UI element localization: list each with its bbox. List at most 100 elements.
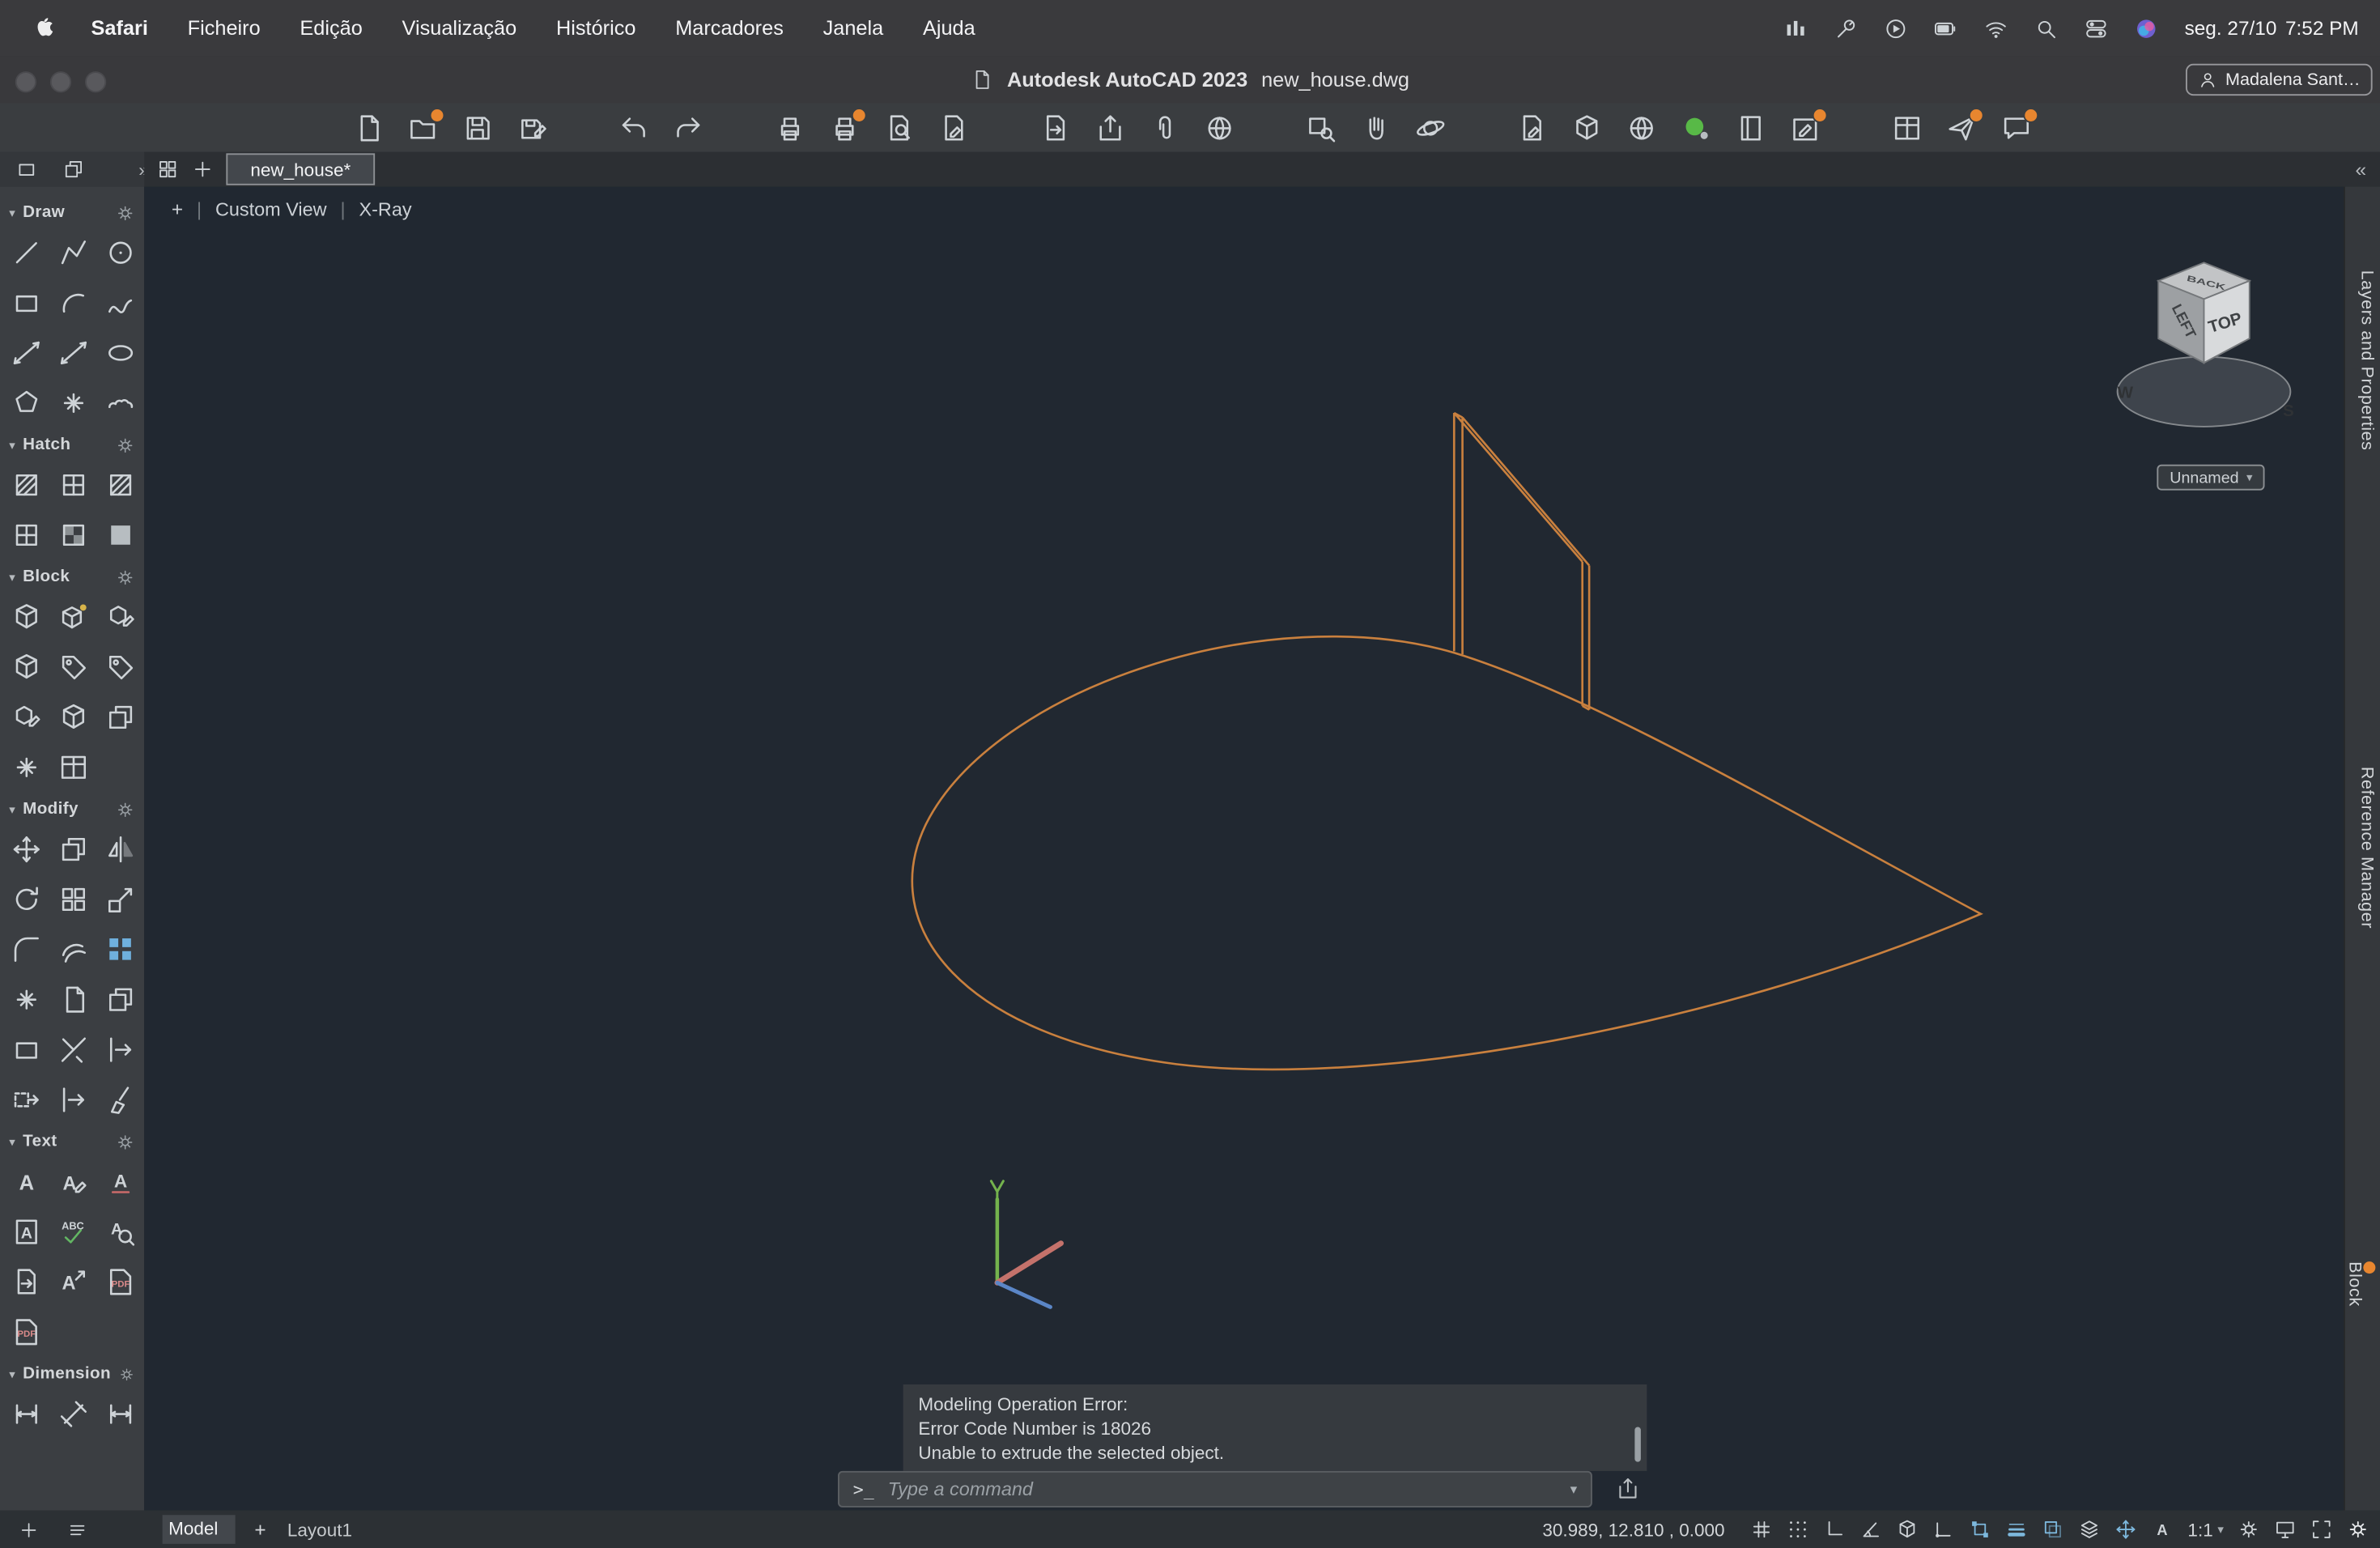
command-history-panel[interactable]: Modeling Operation Error: Error Code Numb… [903, 1384, 1647, 1471]
command-history-scrollbar[interactable] [1634, 1427, 1641, 1462]
menu-historico[interactable]: Histórico [537, 0, 656, 56]
ray-tool[interactable] [50, 337, 97, 368]
command-history-toggle-icon[interactable] [1615, 1476, 1641, 1502]
stretch-tool[interactable] [3, 1084, 50, 1116]
aligned-dimension-tool[interactable] [50, 1398, 97, 1430]
trace-icon[interactable] [1790, 107, 1828, 143]
zoom-window-icon[interactable] [1306, 112, 1337, 143]
recent-commands-caret-icon[interactable]: ▾ [1570, 1481, 1591, 1498]
batch-plot-icon[interactable] [829, 107, 867, 143]
set-base-point-tool[interactable] [3, 751, 50, 783]
copy-nested-tool[interactable] [97, 984, 144, 1015]
battery-icon[interactable] [1934, 16, 1958, 40]
transparency-icon[interactable] [2042, 1518, 2064, 1541]
explode-tool[interactable] [3, 984, 50, 1015]
move-tool[interactable] [3, 833, 50, 865]
hatch-tool[interactable] [3, 469, 50, 500]
spotlight-icon[interactable] [2034, 16, 2059, 40]
save-as-icon[interactable] [516, 112, 548, 143]
export-pdf-tool[interactable]: PDF [97, 1266, 144, 1298]
share-icon[interactable] [1946, 107, 1984, 143]
baseline-dimension-tool[interactable] [97, 1398, 144, 1430]
manage-attributes-tool[interactable] [3, 701, 50, 733]
point-tool[interactable] [50, 387, 97, 419]
define-attribute-tool[interactable] [50, 651, 97, 683]
linear-dimension-tool[interactable] [3, 1398, 50, 1430]
snap-mode-icon[interactable] [1787, 1518, 1809, 1541]
dynamic-ucs-icon[interactable] [2114, 1518, 2137, 1541]
annotation-scale-button[interactable]: 1:1 ▾ [2187, 1519, 2223, 1540]
polar-tracking-icon[interactable] [1859, 1518, 1882, 1541]
modify-settings-icon[interactable] [116, 799, 135, 819]
annotation-visibility-icon[interactable]: A [2151, 1518, 2174, 1541]
plot-preview-icon[interactable] [883, 112, 915, 143]
viewcube-compass-ring[interactable] [2116, 355, 2292, 427]
construction-line-tool[interactable] [3, 337, 50, 368]
open-icon[interactable] [407, 107, 445, 143]
section-plane-tool[interactable] [50, 984, 97, 1015]
grid-display-icon[interactable] [1750, 1518, 1773, 1541]
menu-ficheiro[interactable]: Ficheiro [168, 0, 280, 56]
polyline-tool[interactable] [50, 237, 97, 269]
viewcube[interactable]: W S BACK LEFT TOP [2104, 248, 2309, 453]
solid-fill-tool[interactable] [97, 519, 144, 551]
block-settings-icon[interactable] [116, 567, 135, 586]
count-blocks-tool[interactable] [50, 751, 97, 783]
quick-actions-icon[interactable] [1834, 16, 1858, 40]
draw-settings-icon[interactable] [116, 202, 135, 222]
workspace-switching-icon[interactable] [2238, 1518, 2260, 1541]
line-tool[interactable] [3, 237, 50, 269]
gradient-tool[interactable] [50, 519, 97, 551]
zoom-window-button[interactable] [85, 71, 107, 93]
import-text-tool[interactable] [3, 1266, 50, 1298]
visual-style-button[interactable]: X-Ray [359, 198, 411, 219]
model-tab[interactable]: Model [151, 1515, 236, 1544]
annotation-monitor-icon[interactable] [2274, 1518, 2297, 1541]
isometric-drafting-icon[interactable] [1896, 1518, 1919, 1541]
multiline-text-tool[interactable]: A [3, 1216, 50, 1248]
rail-tab-block[interactable]: Block [2345, 1261, 2376, 1307]
rotate-tool[interactable] [3, 883, 50, 915]
scale-text-tool[interactable]: A [50, 1266, 97, 1298]
pan-icon[interactable] [1360, 112, 1392, 143]
create-block-tool[interactable] [50, 602, 97, 633]
user-account-button[interactable]: Madalena Sant… [2186, 63, 2373, 96]
collapse-arrow-icon[interactable]: ▾ [9, 1367, 15, 1380]
block-editor-tool[interactable] [97, 602, 144, 633]
window-tiling-icon[interactable] [1784, 16, 1808, 40]
break-tool[interactable] [3, 1034, 50, 1065]
new-layout-button[interactable]: + [254, 1518, 266, 1541]
orbit-icon[interactable] [1415, 112, 1447, 143]
find-replace-tool[interactable]: A [97, 1216, 144, 1248]
rectangle-tool[interactable] [3, 287, 50, 318]
single-line-text-tool[interactable]: A [3, 1166, 50, 1197]
revision-cloud-tool[interactable] [97, 387, 144, 419]
trim-tool[interactable] [50, 1034, 97, 1065]
insert-block-tool[interactable] [3, 602, 50, 633]
rectangular-array-tool[interactable] [97, 933, 144, 965]
minimize-window-button[interactable] [49, 71, 72, 93]
file-tab-new-house[interactable]: new_house* [226, 153, 376, 185]
edit-attribute-tool[interactable] [97, 651, 144, 683]
command-input[interactable]: >_ Type a command ▾ [838, 1470, 1592, 1508]
add-tool-icon[interactable] [19, 1519, 40, 1540]
collapse-arrow-icon[interactable]: ▾ [9, 438, 15, 452]
menu-edicao[interactable]: Edição [280, 0, 382, 56]
model-wireframe[interactable] [144, 187, 2345, 1511]
insert-block-icon[interactable] [1571, 112, 1603, 143]
compass-south-label[interactable]: S [2283, 402, 2294, 420]
import-icon[interactable] [1039, 112, 1071, 143]
collapse-arrow-icon[interactable]: ▾ [9, 802, 15, 816]
extend-tool[interactable] [97, 1034, 144, 1065]
markup-import-icon[interactable] [1516, 112, 1548, 143]
screen-mirroring-icon[interactable] [1884, 16, 1908, 40]
fillet-tool[interactable] [3, 933, 50, 965]
ellipse-tool[interactable] [97, 337, 144, 368]
mirror-tool[interactable] [97, 833, 144, 865]
menu-visualizacao[interactable]: Visualização [382, 0, 536, 56]
check-spelling-tool[interactable]: ABC [50, 1216, 97, 1248]
offset-tool[interactable] [50, 933, 97, 965]
overkill-tool[interactable] [97, 1084, 144, 1116]
polygon-tool[interactable] [3, 387, 50, 419]
lineweight-icon[interactable] [2005, 1518, 2028, 1541]
